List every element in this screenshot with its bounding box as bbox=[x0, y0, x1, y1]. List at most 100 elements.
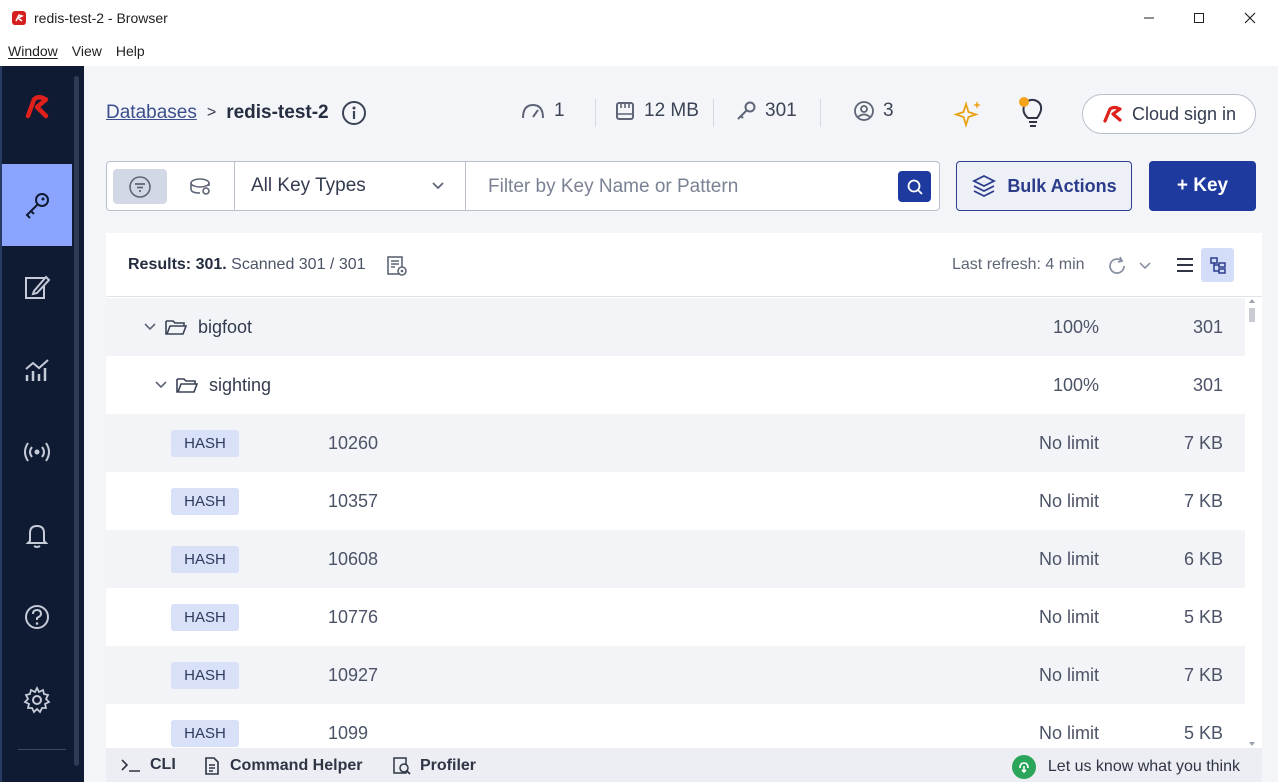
user-icon bbox=[854, 101, 874, 121]
folder-count: 301 bbox=[1192, 374, 1223, 395]
key-row[interactable]: HASH 10608 No limit 6 KB bbox=[106, 530, 1245, 588]
menubar: Window View Help bbox=[0, 35, 1278, 66]
command-helper-button[interactable]: Command Helper bbox=[202, 756, 362, 776]
database-name: redis-test-2 bbox=[226, 102, 329, 123]
scroll-thumb[interactable] bbox=[1249, 308, 1255, 322]
auto-refresh-chevron-icon[interactable] bbox=[1138, 261, 1152, 271]
key-row[interactable]: HASH 10927 No limit 7 KB bbox=[106, 646, 1245, 704]
speedometer-icon bbox=[522, 103, 544, 119]
nav-notifications[interactable] bbox=[2, 494, 72, 576]
nav-scrollbar[interactable] bbox=[74, 76, 79, 766]
folder-percent: 100% bbox=[1052, 374, 1099, 395]
menu-view[interactable]: View bbox=[72, 43, 102, 59]
key-list-panel: Results: 301. Scanned 301 / 301 Last ref… bbox=[106, 233, 1262, 748]
tree-view-button[interactable] bbox=[1201, 248, 1234, 282]
key-type-badge: HASH bbox=[171, 719, 239, 747]
cli-button[interactable]: CLI bbox=[120, 756, 176, 774]
last-refresh-value: 4 min bbox=[1045, 256, 1085, 273]
sparkles-icon[interactable] bbox=[953, 98, 985, 130]
key-name: 1099 bbox=[328, 722, 369, 743]
filter-mode-button[interactable] bbox=[113, 169, 167, 204]
folder-row[interactable]: bigfoot 100% 301 bbox=[106, 298, 1245, 356]
results-summary: Results: 301. Scanned 301 / 301 bbox=[128, 256, 366, 274]
minimize-button[interactable] bbox=[1124, 0, 1174, 35]
key-ttl: No limit bbox=[1038, 548, 1099, 569]
redis-logo-icon bbox=[1103, 105, 1122, 123]
profiler-icon bbox=[393, 757, 411, 775]
key-row[interactable]: HASH 10260 No limit 7 KB bbox=[106, 414, 1245, 472]
folder-count: 301 bbox=[1192, 316, 1223, 337]
key-name: 10357 bbox=[328, 490, 379, 511]
scroll-up-icon[interactable] bbox=[1248, 298, 1256, 304]
stat-separator bbox=[713, 99, 714, 127]
results-toolbar: Results: 301. Scanned 301 / 301 Last ref… bbox=[106, 233, 1262, 297]
nav-pubsub[interactable] bbox=[2, 411, 72, 493]
key-search-input[interactable]: Filter by Key Name or Pattern bbox=[488, 176, 738, 198]
stat-memory-value: 12 MB bbox=[644, 100, 699, 121]
key-row[interactable]: HASH 10776 No limit 5 KB bbox=[106, 588, 1245, 646]
stat-keys: 301 bbox=[735, 100, 797, 122]
layers-icon bbox=[972, 174, 997, 198]
key-type-badge: HASH bbox=[171, 429, 239, 457]
nav-help[interactable] bbox=[2, 576, 72, 658]
lightbulb-icon[interactable] bbox=[1016, 94, 1050, 130]
key-row[interactable]: HASH 1099 No limit 5 KB bbox=[106, 704, 1245, 748]
list-view-button[interactable] bbox=[1168, 248, 1201, 282]
nav-divider bbox=[18, 749, 66, 750]
chevron-down-icon[interactable] bbox=[155, 380, 167, 390]
key-type-select[interactable]: All Key Types bbox=[234, 162, 466, 210]
chart-icon bbox=[25, 359, 49, 381]
key-size: 6 KB bbox=[1183, 548, 1223, 569]
view-toggle bbox=[1168, 248, 1234, 282]
nav-analysis[interactable] bbox=[2, 329, 72, 411]
search-button[interactable] bbox=[898, 171, 931, 202]
command-helper-label: Command Helper bbox=[230, 757, 363, 774]
tree-view-icon bbox=[1209, 257, 1226, 274]
refresh-icon[interactable] bbox=[1106, 255, 1128, 277]
maximize-button[interactable] bbox=[1174, 0, 1224, 35]
app-logo-icon bbox=[12, 10, 26, 25]
help-icon bbox=[25, 605, 49, 629]
chevron-down-icon bbox=[432, 182, 444, 190]
cli-label: CLI bbox=[150, 756, 176, 773]
chevron-down-icon[interactable] bbox=[144, 322, 156, 332]
filter-icon bbox=[129, 175, 151, 198]
gear-icon bbox=[23, 685, 51, 714]
redis-logo-icon bbox=[25, 95, 49, 119]
add-key-button[interactable]: + Key bbox=[1149, 161, 1256, 211]
search-mode-button[interactable] bbox=[173, 169, 227, 204]
menu-window[interactable]: Window bbox=[8, 43, 58, 59]
stat-memory: 12 MB bbox=[614, 100, 699, 122]
key-list-scrollbar[interactable] bbox=[1245, 298, 1262, 748]
bulk-actions-button[interactable]: Bulk Actions bbox=[956, 161, 1132, 211]
info-icon[interactable] bbox=[341, 100, 367, 126]
cloud-signin-button[interactable]: Cloud sign in bbox=[1082, 94, 1256, 134]
memory-icon bbox=[616, 102, 634, 120]
key-type-badge: HASH bbox=[171, 487, 239, 515]
scan-settings-icon[interactable] bbox=[385, 254, 409, 278]
nav-browser[interactable] bbox=[2, 164, 72, 246]
terminal-icon bbox=[121, 759, 140, 772]
key-name: 10260 bbox=[328, 432, 379, 453]
feedback-label: Let us know what you think bbox=[1047, 758, 1240, 775]
key-row[interactable]: HASH 10357 No limit 7 KB bbox=[106, 472, 1245, 530]
search-icon bbox=[907, 179, 923, 195]
key-type-badge: HASH bbox=[171, 661, 239, 689]
scanned-count: Scanned 301 / 301 bbox=[231, 256, 366, 273]
folder-percent: 100% bbox=[1052, 316, 1099, 337]
key-ttl: No limit bbox=[1038, 722, 1099, 743]
breadcrumb-databases-link[interactable]: Databases bbox=[106, 102, 197, 124]
feedback-link[interactable]: Let us know what you think bbox=[1011, 755, 1240, 779]
key-size: 5 KB bbox=[1183, 606, 1223, 627]
stat-keys-value: 301 bbox=[765, 100, 797, 121]
feedback-icon bbox=[1011, 755, 1036, 779]
nav-workbench[interactable] bbox=[2, 246, 72, 328]
folder-row[interactable]: sighting 100% 301 bbox=[106, 356, 1245, 414]
profiler-button[interactable]: Profiler bbox=[392, 756, 476, 776]
menu-help[interactable]: Help bbox=[116, 43, 145, 59]
scroll-down-icon[interactable] bbox=[1248, 741, 1256, 747]
nav-settings[interactable] bbox=[2, 659, 72, 741]
redis-logo[interactable] bbox=[2, 66, 72, 148]
close-window-button[interactable] bbox=[1225, 0, 1275, 35]
key-icon bbox=[737, 101, 756, 120]
